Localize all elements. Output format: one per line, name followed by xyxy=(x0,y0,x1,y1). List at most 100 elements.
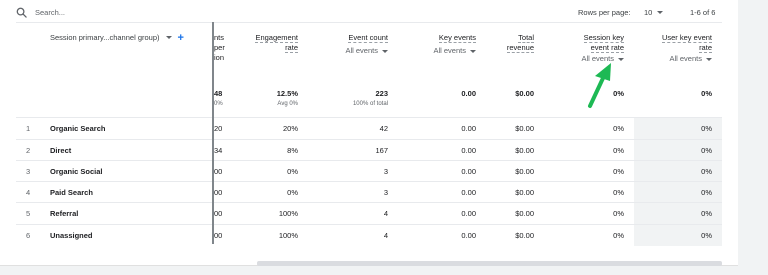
column-title: User key event xyxy=(661,33,712,43)
column-title: Total xyxy=(518,33,534,43)
row-partial-value: 00 xyxy=(214,231,223,240)
row-event-count: 167 xyxy=(375,146,388,155)
total-subvalue: 100% of total xyxy=(352,101,388,107)
column-header-event-count[interactable]: Event count All events xyxy=(316,33,388,56)
column-header-user-key-event-rate[interactable]: User key event rate All events xyxy=(640,33,712,64)
column-title: revenue xyxy=(506,43,534,53)
column-title: rate xyxy=(699,43,712,53)
pagination-range: 1-6 of 6 xyxy=(690,8,716,17)
row-key-events: 0.00 xyxy=(461,231,476,240)
table-row[interactable]: 1 Organic Search 20 20% 42 0.00 $0.00 0%… xyxy=(16,117,722,139)
column-title: Event count xyxy=(348,33,388,43)
table-row[interactable]: 6 Unassigned 00 100% 4 0.00 $0.00 0% 0% xyxy=(16,224,722,246)
row-event-count: 42 xyxy=(379,124,388,133)
row-event-count: 4 xyxy=(383,209,388,218)
chevron-down-icon xyxy=(706,57,712,61)
totals-total-revenue: $0.00 xyxy=(484,89,534,98)
row-index: 2 xyxy=(26,146,31,155)
column-resize-handle[interactable] xyxy=(212,22,214,244)
row-channel-name: Organic Social xyxy=(50,167,103,176)
total-subvalue: Avg 0% xyxy=(277,101,298,107)
column-title: event rate xyxy=(590,43,624,53)
table-row[interactable]: 5 Referral 00 100% 4 0.00 $0.00 0% 0% xyxy=(16,202,722,224)
row-session-key-event-rate: 0% xyxy=(613,167,624,176)
row-session-key-event-rate: 0% xyxy=(613,146,624,155)
column-title: Session key xyxy=(583,33,624,43)
chevron-down-icon xyxy=(470,49,476,53)
row-key-events: 0.00 xyxy=(461,146,476,155)
column-title: Key events xyxy=(438,33,476,43)
totals-session-key-event-rate: 0% xyxy=(554,89,624,98)
row-total-revenue: $0.00 xyxy=(515,146,534,155)
row-event-count: 3 xyxy=(383,188,388,197)
table-row[interactable]: 2 Direct 34 8% 167 0.00 $0.00 0% 0% xyxy=(16,139,722,161)
row-session-key-event-rate: 0% xyxy=(613,231,624,240)
partial-header-line: per xyxy=(214,43,225,52)
row-session-key-event-rate: 0% xyxy=(613,124,624,133)
horizontal-scrollbar[interactable] xyxy=(257,261,722,266)
row-index: 3 xyxy=(26,167,31,176)
row-event-count: 4 xyxy=(383,231,388,240)
add-dimension-icon[interactable]: + xyxy=(178,32,184,43)
event-filter-label: All events xyxy=(433,46,466,55)
rows-per-page-select[interactable]: 10 xyxy=(644,4,664,20)
row-total-revenue: $0.00 xyxy=(515,124,534,133)
search-input[interactable] xyxy=(35,4,235,20)
column-title: Engagement xyxy=(255,33,298,43)
row-total-revenue: $0.00 xyxy=(515,209,534,218)
row-engagement-rate: 20% xyxy=(282,124,298,133)
partial-header-line: nts xyxy=(214,33,225,42)
total-value: 0% xyxy=(701,89,712,98)
column-title: rate xyxy=(285,43,298,53)
search-icon xyxy=(16,7,27,18)
row-key-events: 0.00 xyxy=(461,124,476,133)
divider xyxy=(16,22,722,23)
event-filter-label: All events xyxy=(345,46,378,55)
row-channel-name: Organic Search xyxy=(50,124,106,133)
row-engagement-rate: 0% xyxy=(287,188,298,197)
chevron-down-icon xyxy=(382,49,388,53)
row-channel-name: Referral xyxy=(50,209,79,218)
row-index: 1 xyxy=(26,124,31,133)
column-header-engagement-rate[interactable]: Engagement rate xyxy=(232,33,298,53)
table-row[interactable]: 3 Organic Social 00 0% 3 0.00 $0.00 0% 0… xyxy=(16,160,722,182)
total-value: 0.00 xyxy=(461,89,476,98)
row-partial-value: 20 xyxy=(214,124,223,133)
total-value: $0.00 xyxy=(515,89,534,98)
row-session-key-event-rate: 0% xyxy=(613,209,624,218)
row-engagement-rate: 8% xyxy=(287,146,298,155)
dimension-header[interactable]: Session primary...channel group) + xyxy=(50,32,184,43)
row-key-events: 0.00 xyxy=(461,188,476,197)
row-user-key-event-rate: 0% xyxy=(701,188,712,197)
rows-per-page-label: Rows per page: xyxy=(578,8,631,17)
row-user-key-event-rate: 0% xyxy=(701,146,712,155)
event-filter-label: All events xyxy=(669,54,702,63)
row-total-revenue: $0.00 xyxy=(515,188,534,197)
total-value: 12.5% xyxy=(276,89,298,98)
row-engagement-rate: 100% xyxy=(278,209,298,218)
column-header-key-events[interactable]: Key events All events xyxy=(404,33,476,56)
row-key-events: 0.00 xyxy=(461,209,476,218)
row-session-key-event-rate: 0% xyxy=(613,188,624,197)
total-value: 223 xyxy=(375,89,388,98)
partial-column-header: nts per ion xyxy=(214,33,226,63)
row-user-key-event-rate: 0% xyxy=(701,124,712,133)
row-channel-name: Unassigned xyxy=(50,231,93,240)
total-value: 0% xyxy=(613,89,624,98)
row-index: 6 xyxy=(26,231,31,240)
totals-key-events: 0.00 xyxy=(404,89,476,98)
row-user-key-event-rate: 0% xyxy=(701,231,712,240)
row-engagement-rate: 0% xyxy=(287,167,298,176)
chevron-down-icon[interactable] xyxy=(165,36,172,39)
row-event-count: 3 xyxy=(383,167,388,176)
totals-user-key-event-rate: 0% xyxy=(640,89,712,98)
event-filter-dropdown[interactable]: All events xyxy=(640,54,712,64)
event-filter-dropdown[interactable]: All events xyxy=(316,46,388,56)
event-filter-dropdown[interactable]: All events xyxy=(404,46,476,56)
row-index: 5 xyxy=(26,209,31,218)
rows-per-page-value: 10 xyxy=(644,7,653,17)
column-header-total-revenue[interactable]: Total revenue xyxy=(484,33,534,53)
totals-engagement-rate: 12.5% Avg 0% xyxy=(232,89,298,107)
row-partial-value: 34 xyxy=(214,146,223,155)
table-row[interactable]: 4 Paid Search 00 0% 3 0.00 $0.00 0% 0% xyxy=(16,181,722,203)
